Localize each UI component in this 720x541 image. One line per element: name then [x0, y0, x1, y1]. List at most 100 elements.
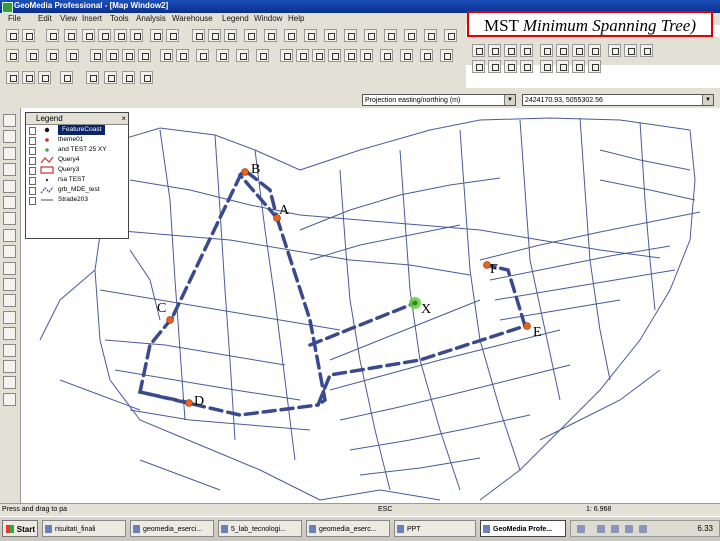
visibility-icon[interactable] [29, 127, 36, 135]
toolbar-button[interactable] [236, 49, 249, 62]
toolbar-button[interactable] [256, 49, 269, 62]
toolbar-button[interactable] [166, 29, 179, 42]
tray-icon[interactable] [597, 525, 605, 533]
toolbar-button[interactable] [520, 44, 533, 57]
toolbar-button[interactable] [472, 44, 485, 57]
toolbar-button[interactable] [280, 49, 293, 62]
tray-icon[interactable] [577, 525, 585, 533]
toolbar-button[interactable] [46, 29, 59, 42]
coordinate-field[interactable]: 2424170.93, 5055302.56 ▼ [522, 94, 714, 106]
side-tool-button[interactable] [3, 163, 16, 177]
toolbar-button[interactable] [38, 71, 51, 84]
toolbar-button[interactable] [364, 29, 377, 42]
menu-file[interactable]: File [8, 14, 21, 23]
side-tool-button[interactable] [3, 360, 16, 373]
side-tool-button[interactable] [3, 343, 16, 357]
toolbar-button[interactable] [22, 71, 35, 84]
side-tool-button[interactable] [3, 196, 16, 209]
toolbar-button[interactable] [6, 29, 19, 42]
toolbar-button[interactable] [46, 49, 59, 62]
side-tool-button[interactable] [3, 376, 16, 390]
menu-insert[interactable]: Insert [82, 14, 102, 23]
side-tool-button[interactable] [3, 130, 16, 144]
taskbar-item[interactable]: GeoMedia Profe... [480, 520, 566, 537]
visibility-icon[interactable] [29, 147, 36, 155]
toolbar-button[interactable] [216, 49, 229, 62]
toolbar-button[interactable] [424, 29, 437, 42]
tray-icon[interactable] [611, 525, 619, 533]
toolbar-button[interactable] [572, 44, 585, 57]
toolbar-button[interactable] [6, 49, 19, 62]
toolbar-button[interactable] [420, 49, 433, 62]
side-tool-button[interactable] [3, 179, 16, 193]
toolbar-button[interactable] [176, 49, 189, 62]
projection-select[interactable]: Projection easting/northing (m) ▼ [362, 94, 516, 106]
toolbar-button[interactable] [304, 29, 317, 42]
toolbar-button[interactable] [106, 49, 119, 62]
toolbar-button[interactable] [504, 44, 517, 57]
toolbar-button[interactable] [324, 29, 337, 42]
toolbar-button[interactable] [444, 29, 457, 42]
toolbar-button[interactable] [284, 29, 297, 42]
map-point-b[interactable] [241, 168, 249, 176]
toolbar-button[interactable] [344, 49, 357, 62]
legend-item[interactable]: FeatureCoast [26, 125, 128, 135]
toolbar-button[interactable] [380, 49, 393, 62]
map-point-d[interactable] [185, 399, 193, 407]
toolbar-button[interactable] [60, 71, 73, 84]
legend-window[interactable]: Legend × FeatureCoast theme01 and TEST 25 … [25, 112, 129, 239]
toolbar-button[interactable] [104, 71, 117, 84]
menu-tools[interactable]: Tools [110, 14, 129, 23]
toolbar-button[interactable] [90, 49, 103, 62]
legend-item[interactable]: and TEST 25 XY [26, 145, 128, 155]
visibility-icon[interactable] [29, 177, 36, 185]
side-tool-button[interactable] [3, 294, 16, 308]
side-tool-button[interactable] [3, 327, 16, 341]
legend-item[interactable]: Query4 [26, 155, 128, 165]
toolbar-button[interactable] [588, 60, 601, 73]
visibility-icon[interactable] [29, 137, 36, 145]
toolbar-button[interactable] [520, 60, 533, 73]
close-icon[interactable]: × [121, 113, 126, 124]
toolbar-button[interactable] [360, 49, 373, 62]
toolbar-button[interactable] [556, 44, 569, 57]
toolbar-button[interactable] [86, 71, 99, 84]
menu-analysis[interactable]: Analysis [136, 14, 166, 23]
side-tool-button[interactable] [3, 310, 16, 324]
taskbar-item[interactable]: geomedia_eserc... [306, 520, 390, 537]
menu-edit[interactable]: Edit [38, 14, 52, 23]
toolbar-button[interactable] [384, 29, 397, 42]
taskbar-item[interactable]: geomedia_eserci... [130, 520, 214, 537]
legend-item[interactable]: grb_MDE_test [26, 185, 128, 195]
side-tool-button[interactable] [3, 228, 16, 242]
toolbar-button[interactable] [114, 29, 127, 42]
legend-item[interactable]: Strade203 [26, 195, 128, 205]
visibility-icon[interactable] [29, 157, 36, 165]
legend-item[interactable]: rsa TEST [26, 175, 128, 185]
toolbar-button[interactable] [26, 49, 39, 62]
toolbar-button[interactable] [196, 49, 209, 62]
toolbar-button[interactable] [64, 29, 77, 42]
toolbar-button[interactable] [608, 44, 621, 57]
toolbar-button[interactable] [244, 29, 257, 42]
menu-window[interactable]: Window [254, 14, 282, 23]
menu-view[interactable]: View [60, 14, 77, 23]
legend-item[interactable]: theme01 [26, 135, 128, 145]
side-tool-button[interactable] [3, 245, 16, 259]
visibility-icon[interactable] [29, 167, 36, 175]
toolbar-button[interactable] [208, 29, 221, 42]
toolbar-button[interactable] [404, 29, 417, 42]
toolbar-button[interactable] [640, 44, 653, 57]
menu-help[interactable]: Help [288, 14, 304, 23]
taskbar-item[interactable]: PPT [394, 520, 476, 537]
map-point-c[interactable] [166, 316, 174, 324]
toolbar-button[interactable] [66, 49, 79, 62]
toolbar-button[interactable] [488, 60, 501, 73]
tray-icon[interactable] [625, 525, 633, 533]
toolbar-button[interactable] [472, 60, 485, 73]
toolbar-button[interactable] [556, 60, 569, 73]
toolbar-button[interactable] [540, 44, 553, 57]
toolbar-button[interactable] [588, 44, 601, 57]
toolbar-button[interactable] [6, 71, 19, 84]
toolbar-button[interactable] [224, 29, 237, 42]
